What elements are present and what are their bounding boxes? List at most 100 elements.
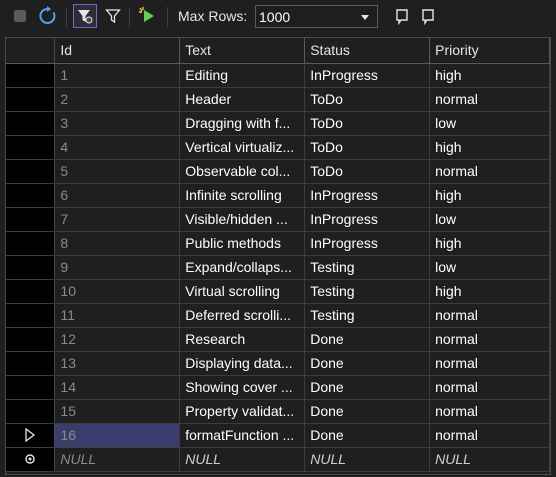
table-row[interactable]: 9 Expand/collaps... Testing low bbox=[6, 255, 550, 280]
column-header-status[interactable]: Status bbox=[304, 38, 431, 64]
cell-priority[interactable]: high bbox=[429, 279, 550, 304]
row-header[interactable] bbox=[6, 87, 56, 112]
cell-id[interactable]: 13 bbox=[54, 351, 181, 376]
cell-status[interactable]: Testing bbox=[304, 279, 431, 304]
cell-status[interactable]: Done bbox=[304, 423, 431, 448]
cell-status[interactable]: Done bbox=[304, 399, 431, 424]
cell-text[interactable]: formatFunction ... bbox=[179, 423, 306, 448]
run-query-icon[interactable] bbox=[137, 5, 159, 27]
cell-text[interactable]: Dragging with f... bbox=[179, 111, 306, 136]
cell-priority[interactable]: normal bbox=[429, 87, 550, 112]
cell-text[interactable]: Expand/collaps... bbox=[179, 255, 306, 280]
cell-id[interactable]: 15 bbox=[54, 399, 181, 424]
row-header-new[interactable] bbox=[6, 447, 56, 472]
row-header[interactable] bbox=[6, 183, 56, 208]
table-row[interactable]: 3 Dragging with f... ToDo low bbox=[6, 111, 550, 136]
cell-text-null[interactable]: NULL bbox=[179, 447, 306, 472]
cell-priority[interactable]: normal bbox=[429, 351, 550, 376]
cell-id[interactable]: 3 bbox=[54, 111, 181, 136]
row-header[interactable] bbox=[6, 399, 56, 424]
table-row[interactable]: 11 Deferred scrolli... Testing normal bbox=[6, 303, 550, 328]
row-header[interactable] bbox=[6, 63, 56, 88]
row-header[interactable] bbox=[6, 327, 56, 352]
row-header[interactable] bbox=[6, 207, 56, 232]
cell-priority[interactable]: high bbox=[429, 231, 550, 256]
row-header[interactable] bbox=[6, 159, 56, 184]
cell-text[interactable]: Infinite scrolling bbox=[179, 183, 306, 208]
cell-status[interactable]: Testing bbox=[304, 255, 431, 280]
cell-status[interactable]: ToDo bbox=[304, 159, 431, 184]
filter-active-icon[interactable] bbox=[73, 4, 97, 28]
cell-id[interactable]: 1 bbox=[54, 63, 181, 88]
cell-id[interactable]: 5 bbox=[54, 159, 181, 184]
cell-status[interactable]: ToDo bbox=[304, 135, 431, 160]
cell-id[interactable]: 2 bbox=[54, 87, 181, 112]
chevron-down-icon[interactable] bbox=[361, 15, 369, 20]
filter-icon[interactable] bbox=[103, 6, 123, 26]
stop-icon[interactable] bbox=[12, 8, 28, 24]
row-header[interactable] bbox=[6, 231, 56, 256]
table-row-selected[interactable]: 16 formatFunction ... Done normal bbox=[6, 423, 550, 448]
cell-priority[interactable]: normal bbox=[429, 159, 550, 184]
cell-id[interactable]: 16 bbox=[54, 423, 181, 448]
row-header[interactable] bbox=[6, 111, 56, 136]
row-header-current[interactable] bbox=[6, 423, 56, 448]
table-row[interactable]: 2 Header ToDo normal bbox=[6, 87, 550, 112]
cell-priority[interactable]: low bbox=[429, 207, 550, 232]
table-row[interactable]: 6 Infinite scrolling InProgress high bbox=[6, 183, 550, 208]
cell-text[interactable]: Editing bbox=[179, 63, 306, 88]
cell-text[interactable]: Research bbox=[179, 327, 306, 352]
cell-status[interactable]: InProgress bbox=[304, 63, 431, 88]
cell-id[interactable]: 6 bbox=[54, 183, 181, 208]
table-row[interactable]: 1 Editing InProgress high bbox=[6, 63, 550, 88]
column-header-text[interactable]: Text bbox=[179, 38, 306, 64]
cell-priority[interactable]: high bbox=[429, 135, 550, 160]
cell-priority-null[interactable]: NULL bbox=[429, 447, 550, 472]
cell-text[interactable]: Deferred scrolli... bbox=[179, 303, 306, 328]
results-grid[interactable]: Id Text Status Priority 1 Editing InProgre… bbox=[5, 37, 551, 475]
cell-id[interactable]: 8 bbox=[54, 231, 181, 256]
script-alt-icon[interactable] bbox=[418, 6, 438, 26]
cell-text[interactable]: Vertical virtualiz... bbox=[179, 135, 306, 160]
table-row[interactable]: 7 Visible/hidden ... InProgress low bbox=[6, 207, 550, 232]
table-row[interactable]: 14 Showing cover ... Done normal bbox=[6, 375, 550, 400]
row-header[interactable] bbox=[6, 303, 56, 328]
cell-id[interactable]: 10 bbox=[54, 279, 181, 304]
cell-priority[interactable]: normal bbox=[429, 327, 550, 352]
cell-status-null[interactable]: NULL bbox=[304, 447, 431, 472]
row-header[interactable] bbox=[6, 375, 56, 400]
cell-status[interactable]: Testing bbox=[304, 303, 431, 328]
cell-status[interactable]: ToDo bbox=[304, 111, 431, 136]
row-header[interactable] bbox=[6, 351, 56, 376]
cell-text[interactable]: Virtual scrolling bbox=[179, 279, 306, 304]
cell-priority[interactable]: high bbox=[429, 63, 550, 88]
cell-priority[interactable]: normal bbox=[429, 303, 550, 328]
cell-status[interactable]: InProgress bbox=[304, 231, 431, 256]
refresh-icon[interactable] bbox=[37, 5, 59, 27]
column-header-priority[interactable]: Priority bbox=[429, 38, 550, 64]
cell-priority[interactable]: normal bbox=[429, 375, 550, 400]
cell-text[interactable]: Displaying data... bbox=[179, 351, 306, 376]
cell-status[interactable]: InProgress bbox=[304, 183, 431, 208]
cell-priority[interactable]: high bbox=[429, 183, 550, 208]
cell-id[interactable]: 7 bbox=[54, 207, 181, 232]
cell-text[interactable]: Header bbox=[179, 87, 306, 112]
cell-text[interactable]: Property validat... bbox=[179, 399, 306, 424]
row-header[interactable] bbox=[6, 135, 56, 160]
cell-priority[interactable]: low bbox=[429, 111, 550, 136]
table-row[interactable]: 10 Virtual scrolling Testing high bbox=[6, 279, 550, 304]
cell-status[interactable]: Done bbox=[304, 375, 431, 400]
select-all-corner[interactable] bbox=[6, 38, 56, 64]
table-row[interactable]: 8 Public methods InProgress high bbox=[6, 231, 550, 256]
max-rows-select[interactable]: 1000 bbox=[255, 5, 378, 28]
cell-id[interactable]: 11 bbox=[54, 303, 181, 328]
cell-text[interactable]: Showing cover ... bbox=[179, 375, 306, 400]
cell-text[interactable]: Observable col... bbox=[179, 159, 306, 184]
cell-id[interactable]: 14 bbox=[54, 375, 181, 400]
cell-status[interactable]: ToDo bbox=[304, 87, 431, 112]
row-header[interactable] bbox=[6, 279, 56, 304]
cell-priority[interactable]: low bbox=[429, 255, 550, 280]
cell-id[interactable]: 4 bbox=[54, 135, 181, 160]
table-row[interactable]: 13 Displaying data... Done normal bbox=[6, 351, 550, 376]
cell-status[interactable]: Done bbox=[304, 327, 431, 352]
